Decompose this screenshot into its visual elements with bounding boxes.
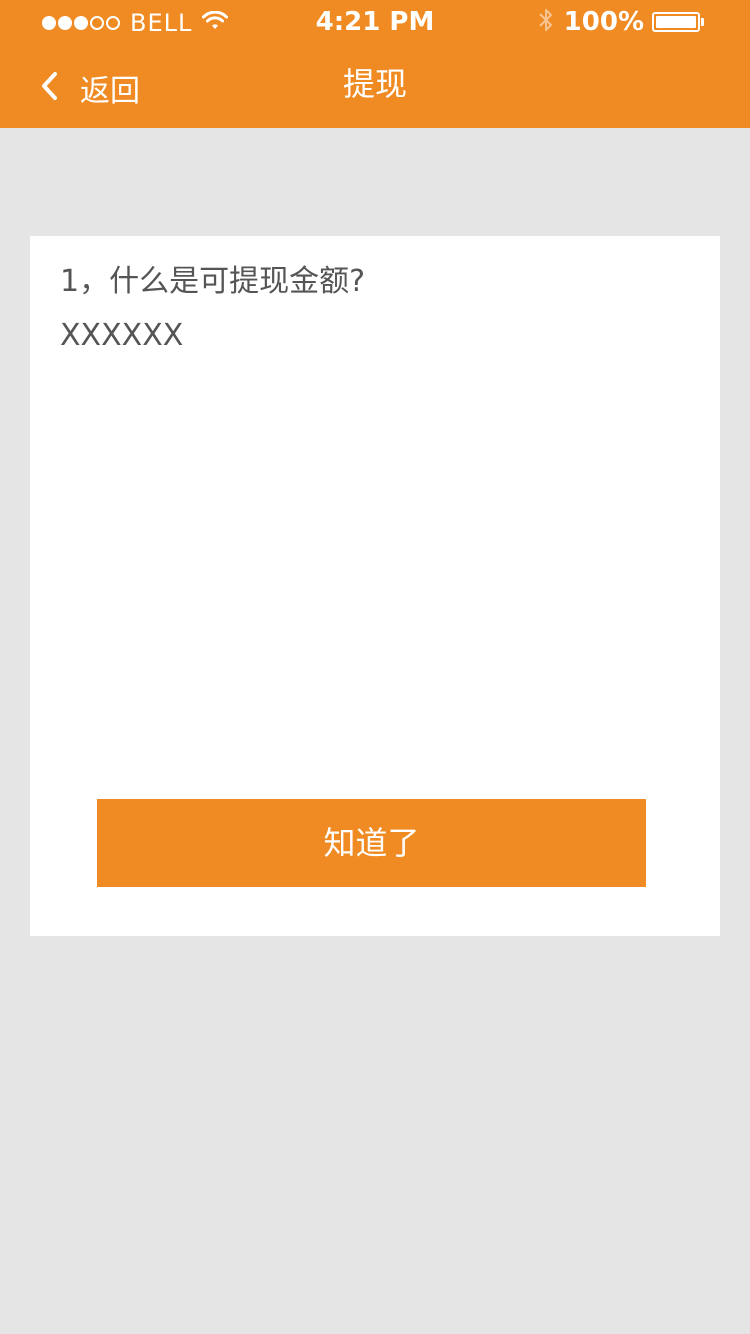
header-bar: BELL 4:21 PM 100% 返回 提现 bbox=[0, 0, 750, 128]
page-title: 提现 bbox=[342, 65, 407, 103]
bluetooth-icon bbox=[538, 7, 554, 37]
acknowledge-button[interactable]: 知道了 bbox=[97, 799, 646, 887]
status-bar: BELL 4:21 PM 100% bbox=[0, 0, 750, 40]
faq-answer: XXXXXX bbox=[60, 318, 184, 353]
battery-fill bbox=[656, 16, 696, 28]
battery-cap bbox=[701, 18, 704, 26]
battery-percentage: 100% bbox=[563, 7, 644, 37]
faq-question: 1，什么是可提现金额? bbox=[60, 264, 366, 299]
status-right: 100% bbox=[538, 6, 704, 38]
info-card: 1，什么是可提现金额? XXXXXX 知道了 bbox=[30, 236, 720, 936]
battery-icon bbox=[652, 12, 700, 32]
